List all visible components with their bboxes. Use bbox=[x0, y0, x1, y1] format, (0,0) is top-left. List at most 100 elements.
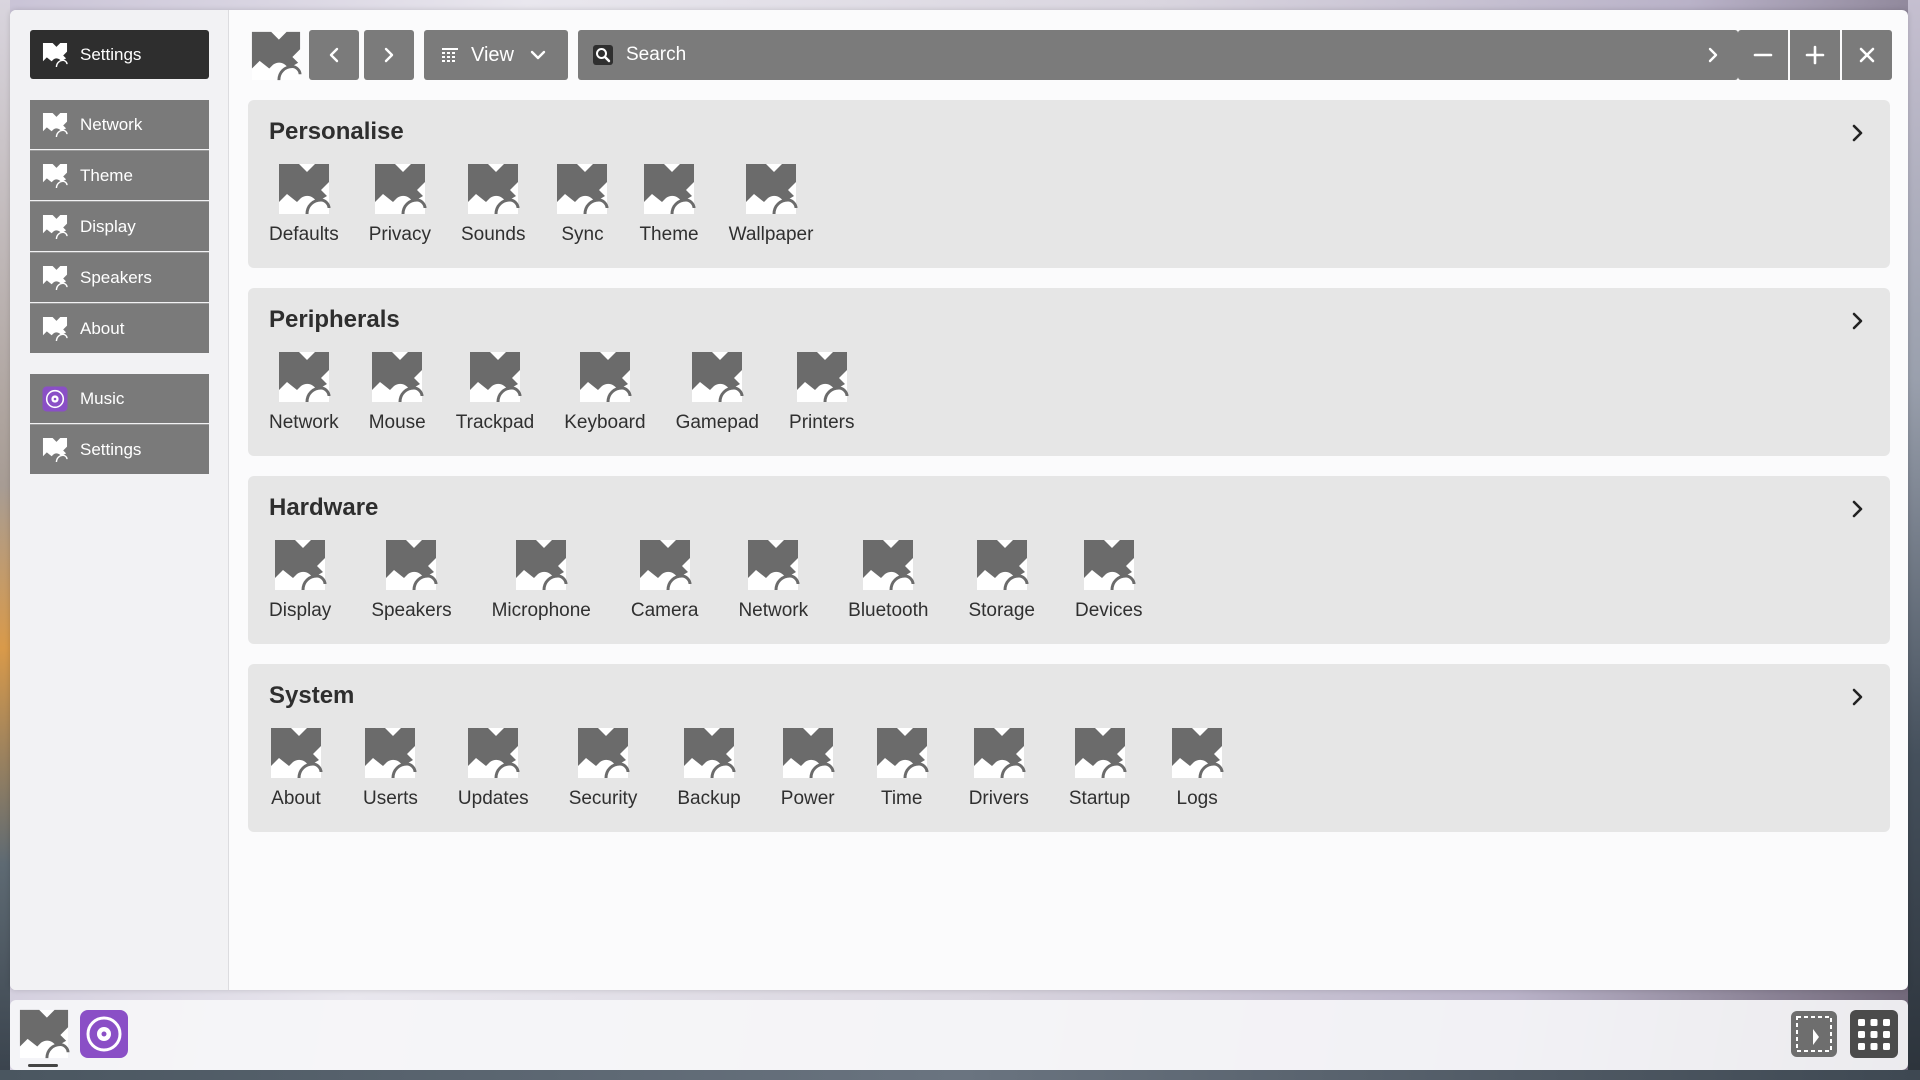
settings-item-trackpad[interactable]: Trackpad bbox=[455, 350, 535, 434]
running-indicator bbox=[28, 1064, 58, 1067]
sidebar-item-network[interactable]: Network bbox=[30, 100, 209, 149]
settings-app-icon bbox=[42, 42, 68, 68]
sidebar-item-label: About bbox=[80, 318, 125, 338]
chevron-right-icon[interactable] bbox=[1846, 310, 1868, 332]
settings-item-mouse[interactable]: Mouse bbox=[369, 350, 426, 434]
sidebar-app-title-button[interactable]: Settings bbox=[30, 30, 209, 79]
close-icon bbox=[1859, 47, 1875, 63]
chevron-right-icon[interactable] bbox=[1846, 498, 1868, 520]
grid-view-icon bbox=[442, 48, 458, 62]
maximize-button[interactable] bbox=[1790, 30, 1840, 80]
settings-item-storage[interactable]: Storage bbox=[968, 538, 1035, 622]
settings-item-privacy[interactable]: Privacy bbox=[369, 162, 431, 246]
settings-item-logs[interactable]: Logs bbox=[1170, 726, 1224, 810]
item-label: Mouse bbox=[368, 412, 426, 433]
settings-app-icon bbox=[370, 350, 424, 404]
settings-item-sync[interactable]: Sync bbox=[555, 162, 609, 246]
close-button[interactable] bbox=[1842, 30, 1892, 80]
settings-item-devices[interactable]: Devices bbox=[1075, 538, 1143, 622]
sidebar-item-theme[interactable]: Theme bbox=[30, 151, 209, 200]
widget-icon bbox=[1791, 1011, 1837, 1057]
settings-app-icon bbox=[363, 726, 417, 780]
item-label: Trackpad bbox=[455, 412, 535, 433]
item-label: Time bbox=[880, 788, 923, 809]
item-label: About bbox=[271, 788, 321, 809]
settings-item-bluetooth[interactable]: Bluetooth bbox=[848, 538, 928, 622]
search-input[interactable] bbox=[626, 44, 1688, 66]
settings-item-defaults[interactable]: Defaults bbox=[269, 162, 339, 246]
forward-button[interactable] bbox=[364, 30, 414, 80]
sidebar-item-speakers[interactable]: Speakers bbox=[30, 253, 209, 302]
taskbar-settings-app[interactable] bbox=[18, 1008, 70, 1060]
sidebar-item-settings[interactable]: Settings bbox=[30, 425, 209, 474]
sidebar-app-title-label: Settings bbox=[80, 44, 142, 64]
settings-item-printers[interactable]: Printers bbox=[789, 350, 854, 434]
settings-app-icon bbox=[861, 538, 915, 592]
view-dropdown[interactable]: View bbox=[424, 30, 568, 80]
sidebar-item-music[interactable]: Music bbox=[30, 374, 209, 423]
item-label: Printers bbox=[789, 412, 855, 433]
section-items: About Userts Updates Security Backup Pow… bbox=[269, 726, 1224, 810]
settings-app-icon bbox=[682, 726, 736, 780]
settings-app-icon bbox=[972, 726, 1026, 780]
item-label: Drivers bbox=[968, 788, 1029, 809]
settings-item-display[interactable]: Display bbox=[269, 538, 331, 622]
chevron-right-icon[interactable] bbox=[1846, 122, 1868, 144]
item-label: Network bbox=[738, 600, 809, 621]
item-label: Camera bbox=[630, 600, 699, 621]
settings-item-about[interactable]: About bbox=[269, 726, 323, 810]
settings-app-icon bbox=[18, 1008, 70, 1060]
minimize-button[interactable] bbox=[1738, 30, 1788, 80]
section-peripherals: Peripherals Network Mouse Trackpad Keybo… bbox=[248, 288, 1890, 456]
settings-item-camera[interactable]: Camera bbox=[630, 538, 699, 622]
settings-app-icon bbox=[781, 726, 835, 780]
app-grid-button[interactable] bbox=[1848, 1008, 1900, 1060]
taskbar-music-app[interactable] bbox=[78, 1008, 130, 1060]
settings-item-backup[interactable]: Backup bbox=[677, 726, 741, 810]
settings-item-security[interactable]: Security bbox=[568, 726, 638, 810]
taskbar-widget-button[interactable] bbox=[1788, 1008, 1840, 1060]
search-submit-button[interactable] bbox=[1688, 30, 1738, 80]
settings-item-gamepad[interactable]: Gamepad bbox=[676, 350, 759, 434]
item-label: Network bbox=[269, 412, 339, 433]
item-label: Storage bbox=[968, 600, 1035, 621]
chevron-left-icon bbox=[329, 47, 339, 63]
music-app-icon bbox=[79, 1009, 129, 1059]
search-bar bbox=[578, 30, 1738, 80]
settings-item-users[interactable]: Userts bbox=[363, 726, 418, 810]
settings-app-icon bbox=[466, 726, 520, 780]
item-label: Userts bbox=[363, 788, 418, 809]
music-app-icon bbox=[42, 386, 68, 412]
settings-item-speakers[interactable]: Speakers bbox=[371, 538, 452, 622]
settings-item-wallpaper[interactable]: Wallpaper bbox=[729, 162, 813, 246]
item-label: Security bbox=[568, 788, 638, 809]
settings-app-icon bbox=[277, 162, 331, 216]
settings-item-power[interactable]: Power bbox=[781, 726, 835, 810]
item-label: Bluetooth bbox=[848, 600, 929, 621]
settings-app-icon bbox=[690, 350, 744, 404]
back-button[interactable] bbox=[309, 30, 359, 80]
settings-item-theme[interactable]: Theme bbox=[639, 162, 699, 246]
sidebar-item-display[interactable]: Display bbox=[30, 202, 209, 251]
desktop-wallpaper-bottom bbox=[0, 1070, 1920, 1080]
section-title: Personalise bbox=[269, 118, 404, 145]
settings-item-network[interactable]: Network bbox=[738, 538, 808, 622]
item-label: Keyboard bbox=[564, 412, 646, 433]
settings-app-icon bbox=[384, 538, 438, 592]
settings-item-drivers[interactable]: Drivers bbox=[969, 726, 1029, 810]
item-label: Display bbox=[269, 600, 332, 621]
item-label: Updates bbox=[457, 788, 529, 809]
settings-item-microphone[interactable]: Microphone bbox=[492, 538, 591, 622]
chevron-right-icon[interactable] bbox=[1846, 686, 1868, 708]
settings-window: Settings Network Theme Display Speakers bbox=[10, 10, 1908, 990]
settings-item-updates[interactable]: Updates bbox=[458, 726, 529, 810]
settings-item-keyboard[interactable]: Keyboard bbox=[564, 350, 646, 434]
settings-item-network[interactable]: Network bbox=[269, 350, 339, 434]
section-system: System About Userts Updates Security Bac… bbox=[248, 664, 1890, 832]
settings-item-time[interactable]: Time bbox=[875, 726, 929, 810]
sidebar-item-about[interactable]: About bbox=[30, 304, 209, 353]
item-label: Defaults bbox=[269, 224, 339, 245]
settings-item-startup[interactable]: Startup bbox=[1069, 726, 1130, 810]
chevron-right-icon bbox=[384, 47, 394, 63]
settings-item-sounds[interactable]: Sounds bbox=[461, 162, 525, 246]
